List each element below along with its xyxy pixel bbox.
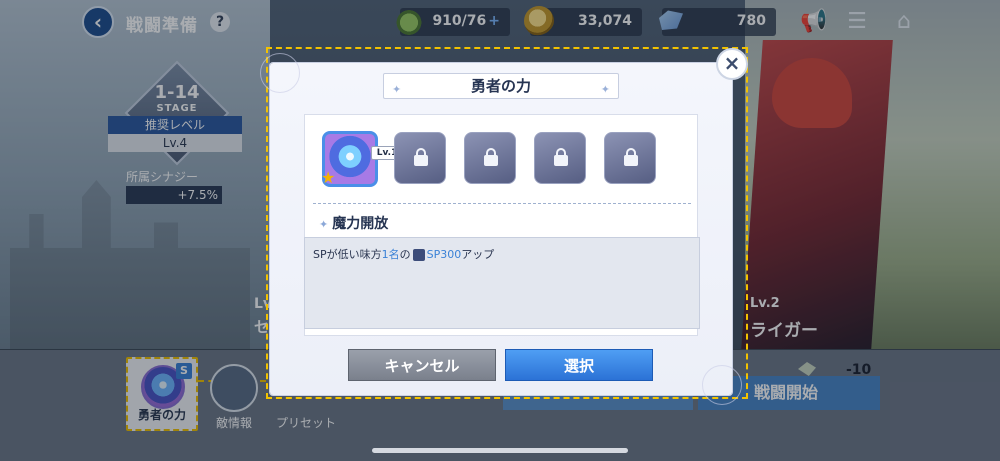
desc-suffix: アップ <box>461 248 495 261</box>
hero-power-dialog: ✦ 勇者の力 ✦ Lv.1 ★ ✦ 魔力開放 SPが低い味方1名の SP300アップ <box>260 53 742 405</box>
home-indicator[interactable] <box>372 448 628 453</box>
sparkle-icon: ✦ <box>392 83 402 96</box>
skill-name-text: 魔力開放 <box>332 216 389 232</box>
skill-name: ✦ 魔力開放 <box>319 213 388 233</box>
sparkle-icon: ✦ <box>319 218 329 231</box>
skill-slot-1[interactable]: Lv.1 ★ <box>321 131 403 187</box>
close-icon[interactable]: × <box>716 48 748 80</box>
skill-slot-4[interactable] <box>534 132 586 184</box>
select-button[interactable]: 選択 <box>505 349 653 381</box>
skill-description-box: SPが低い味方1名の SP300アップ <box>304 237 700 329</box>
desc-mid: の <box>399 248 411 261</box>
cancel-button[interactable]: キャンセル <box>348 349 496 381</box>
skill-panel: Lv.1 ★ ✦ 魔力開放 SPが低い味方1名の SP300アップ <box>304 114 700 336</box>
skill-slot-3[interactable] <box>464 132 516 184</box>
desc-count: 1名 <box>381 248 400 261</box>
lock-icon <box>414 148 428 166</box>
lock-icon <box>624 148 638 166</box>
desc-prefix: SPが低い味方 <box>313 248 382 261</box>
sp-icon <box>412 249 425 261</box>
lock-icon <box>484 148 498 166</box>
desc-sp: SP300 <box>426 248 462 261</box>
corner-ornament <box>702 365 742 405</box>
star-icon: ★ <box>321 168 336 187</box>
lock-icon <box>554 148 568 166</box>
skill-slot-2[interactable] <box>394 132 446 184</box>
dialog-title: ✦ 勇者の力 ✦ <box>383 73 619 99</box>
dialog-title-text: 勇者の力 <box>470 77 531 95</box>
divider <box>313 203 691 204</box>
sparkle-icon: ✦ <box>600 83 610 96</box>
skill-slot-5[interactable] <box>604 132 656 184</box>
corner-ornament <box>260 53 300 93</box>
skill-description: SPが低い味方1名の SP300アップ <box>313 246 494 262</box>
